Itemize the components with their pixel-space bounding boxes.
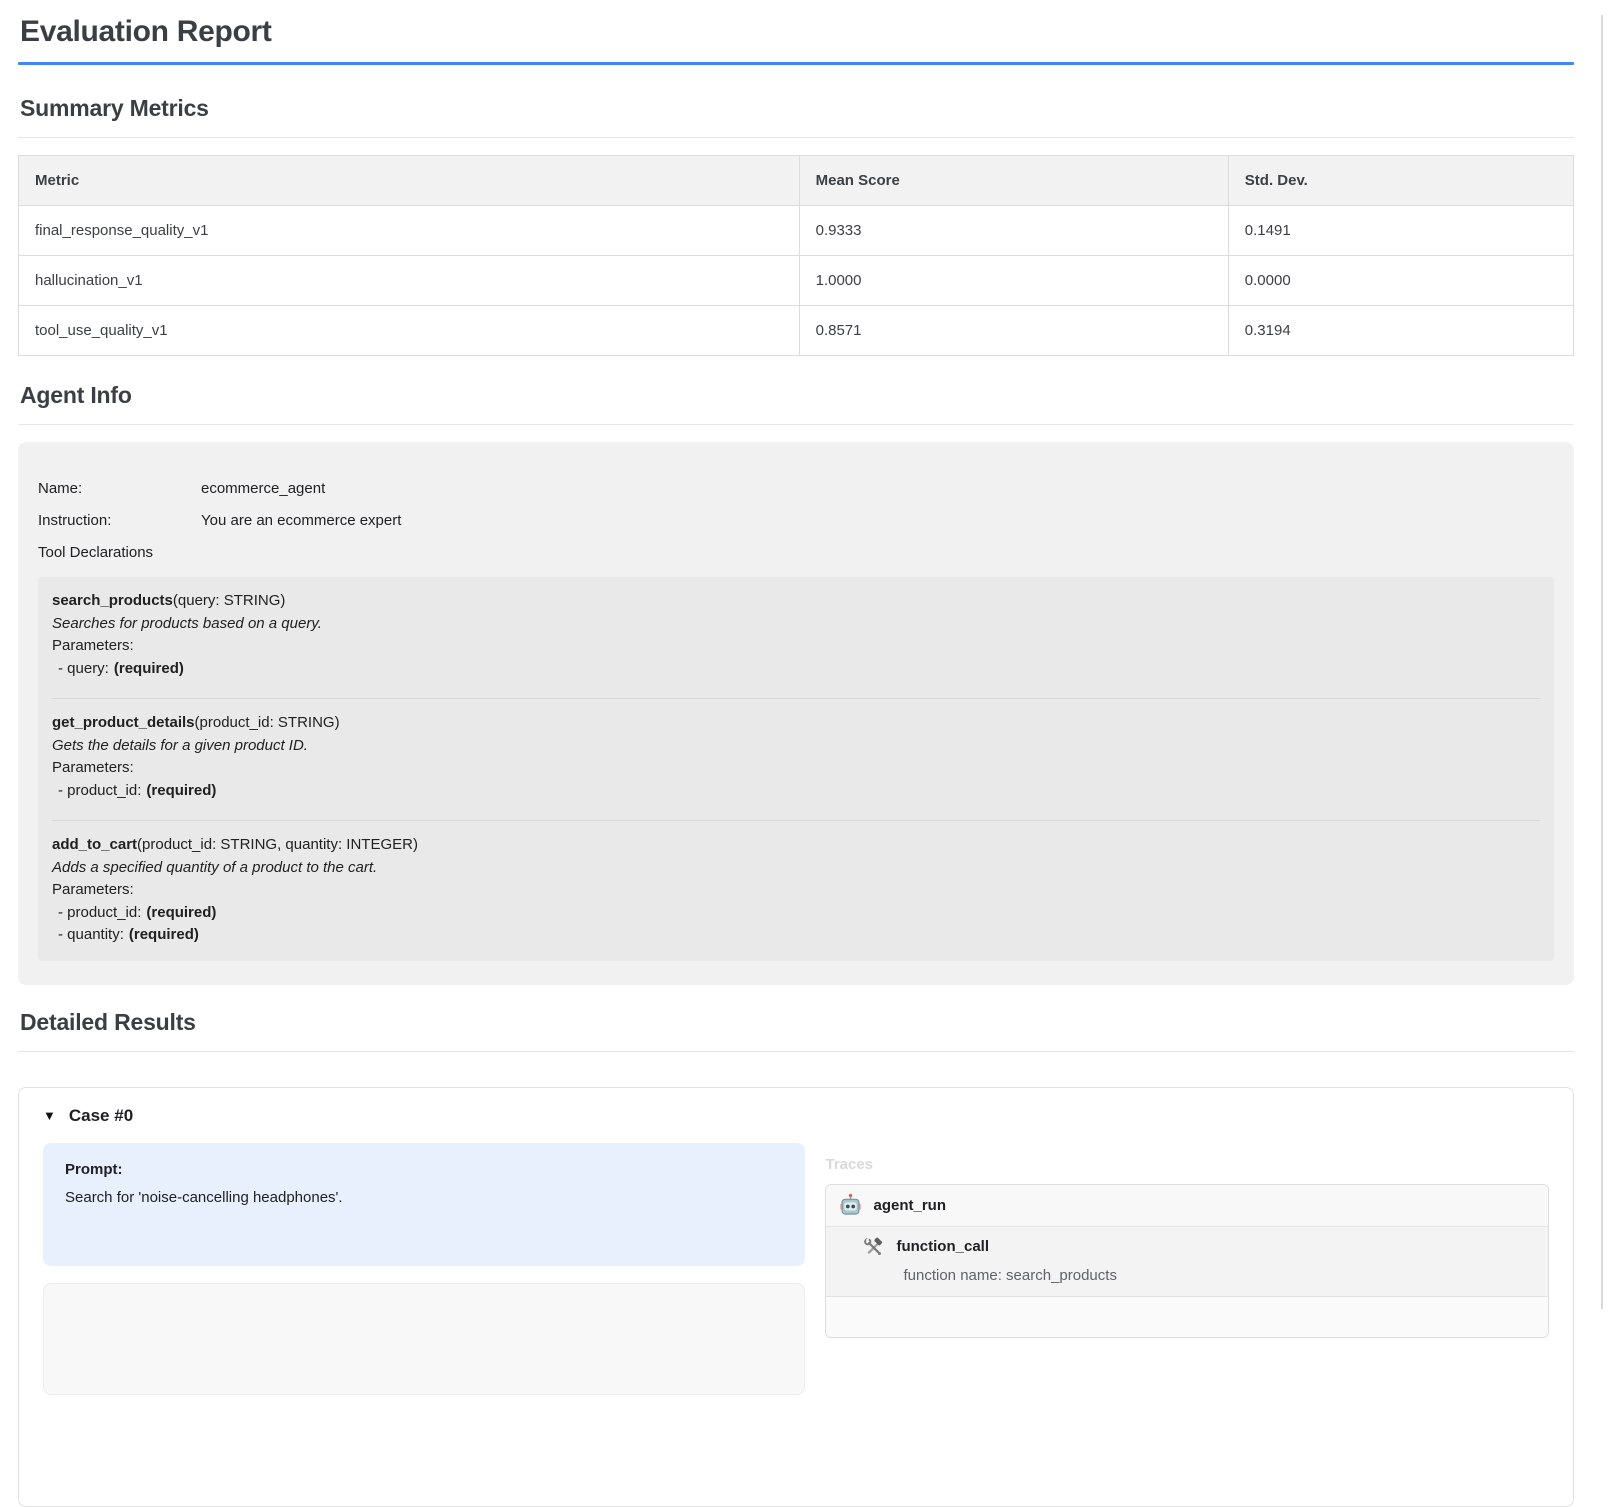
summary-metrics-heading: Summary Metrics <box>20 95 1574 122</box>
traces-label: Traces <box>825 1156 1549 1174</box>
case-title: Case #0 <box>69 1106 133 1126</box>
table-row: hallucination_v1 1.0000 0.0000 <box>19 256 1574 306</box>
hammer-wrench-icon <box>863 1237 884 1258</box>
agent-name-row: Name: ecommerce_agent <box>38 480 1554 497</box>
tool-declaration-add-to-cart: add_to_cart(product_id: STRING, quantity… <box>52 821 1540 961</box>
tool-declaration-get-product-details: get_product_details(product_id: STRING) … <box>52 699 1540 821</box>
tool-parameter: - query: (required) <box>52 658 1540 681</box>
traces-panel: agent_run <box>825 1184 1549 1338</box>
page-right-border <box>1601 15 1603 1309</box>
robot-icon <box>838 1193 863 1218</box>
tool-description: Searches for products based on a query. <box>52 613 1540 636</box>
case-content: Prompt: Search for 'noise-cancelling hea… <box>43 1143 1549 1395</box>
prompt-text: Search for 'noise-cancelling headphones'… <box>65 1189 783 1206</box>
tool-signature: get_product_details(product_id: STRING) <box>52 712 1540 735</box>
section-divider <box>18 1051 1574 1052</box>
agent-info-section: Agent Info Name: ecommerce_agent Instruc… <box>18 382 1574 985</box>
agent-name-value: ecommerce_agent <box>201 480 325 497</box>
section-divider <box>18 137 1574 138</box>
metric-name: hallucination_v1 <box>19 256 800 306</box>
case-left-column: Prompt: Search for 'noise-cancelling hea… <box>43 1143 805 1395</box>
case-card: ▼ Case #0 Prompt: Search for 'noise-canc… <box>18 1087 1574 1507</box>
col-header-metric: Metric <box>19 156 800 206</box>
metric-std-dev: 0.0000 <box>1228 256 1573 306</box>
parameter-name: - query: <box>58 660 109 677</box>
tool-signature: search_products(query: STRING) <box>52 590 1540 613</box>
table-header-row: Metric Mean Score Std. Dev. <box>19 156 1574 206</box>
parameter-required-flag: (required) <box>129 926 199 943</box>
detailed-results-heading: Detailed Results <box>20 1009 1574 1036</box>
metric-std-dev: 0.3194 <box>1228 306 1573 356</box>
trace-function-name: function name: search_products <box>903 1267 1532 1285</box>
metric-mean-score: 0.9333 <box>799 206 1228 256</box>
trace-function-call[interactable]: function_call <box>863 1237 1532 1258</box>
tool-args: (product_id: STRING, quantity: INTEGER) <box>137 836 418 853</box>
tool-description: Adds a specified quantity of a product t… <box>52 857 1540 880</box>
trace-child-label: function_call <box>896 1237 989 1257</box>
tool-declarations-label: Tool Declarations <box>38 544 1554 561</box>
table-row: final_response_quality_v1 0.9333 0.1491 <box>19 206 1574 256</box>
parameter-name: - product_id: <box>58 782 141 799</box>
summary-metrics-table: Metric Mean Score Std. Dev. final_respon… <box>18 155 1574 356</box>
metric-std-dev: 0.1491 <box>1228 206 1573 256</box>
tool-parameter: - product_id: (required) <box>52 902 1540 925</box>
tool-parameters-label: Parameters: <box>52 635 1540 658</box>
title-accent-divider <box>18 62 1574 65</box>
trace-agent-run[interactable]: agent_run <box>826 1185 1548 1227</box>
prompt-label: Prompt: <box>65 1161 783 1178</box>
parameter-required-flag: (required) <box>114 660 184 677</box>
tool-name: search_products <box>52 592 173 609</box>
case-details: ▼ Case #0 Prompt: Search for 'noise-canc… <box>43 1106 1549 1395</box>
tool-name: get_product_details <box>52 714 195 731</box>
tool-declaration-search-products: search_products(query: STRING) Searches … <box>52 577 1540 699</box>
parameter-required-flag: (required) <box>146 904 216 921</box>
trace-root-label: agent_run <box>873 1197 946 1214</box>
agent-instruction-value: You are an ecommerce expert <box>201 512 401 529</box>
agent-info-panel: Name: ecommerce_agent Instruction: You a… <box>18 442 1574 985</box>
case-right-column: Traces <box>825 1143 1549 1395</box>
col-header-std-dev: Std. Dev. <box>1228 156 1573 206</box>
tool-args: (query: STRING) <box>173 592 286 609</box>
metric-mean-score: 1.0000 <box>799 256 1228 306</box>
prompt-box: Prompt: Search for 'noise-cancelling hea… <box>43 1143 805 1266</box>
tool-parameters-label: Parameters: <box>52 757 1540 780</box>
metric-name: final_response_quality_v1 <box>19 206 800 256</box>
triangle-down-icon: ▼ <box>43 1109 56 1122</box>
case-expander[interactable]: ▼ Case #0 <box>43 1106 1549 1126</box>
tool-signature: add_to_cart(product_id: STRING, quantity… <box>52 834 1540 857</box>
col-header-mean-score: Mean Score <box>799 156 1228 206</box>
trace-next-node-partial <box>826 1297 1548 1337</box>
trace-children: function_call function name: search_prod… <box>826 1227 1548 1297</box>
parameter-name: - quantity: <box>58 926 124 943</box>
table-row: tool_use_quality_v1 0.8571 0.3194 <box>19 306 1574 356</box>
metric-name: tool_use_quality_v1 <box>19 306 800 356</box>
tool-parameter: - product_id: (required) <box>52 780 1540 803</box>
agent-instruction-label: Instruction: <box>38 512 201 529</box>
agent-name-label: Name: <box>38 480 201 497</box>
tool-parameters-label: Parameters: <box>52 879 1540 902</box>
next-case-panel-partial <box>43 1283 805 1395</box>
agent-instruction-row: Instruction: You are an ecommerce expert <box>38 512 1554 529</box>
tool-args: (product_id: STRING) <box>195 714 340 731</box>
detailed-results-section: Detailed Results ▼ Case #0 Prompt: Searc… <box>18 1009 1574 1507</box>
tool-parameter: - quantity: (required) <box>52 924 1540 947</box>
tool-description: Gets the details for a given product ID. <box>52 735 1540 758</box>
summary-metrics-section: Summary Metrics Metric Mean Score Std. D… <box>18 95 1574 356</box>
tool-declarations-box: search_products(query: STRING) Searches … <box>38 577 1554 961</box>
section-divider <box>18 424 1574 425</box>
page-title: Evaluation Report <box>20 15 1574 49</box>
parameter-name: - product_id: <box>58 904 141 921</box>
evaluation-report-page: Evaluation Report Summary Metrics Metric… <box>18 15 1574 1507</box>
tool-name: add_to_cart <box>52 836 137 853</box>
metric-mean-score: 0.8571 <box>799 306 1228 356</box>
agent-info-heading: Agent Info <box>20 382 1574 409</box>
parameter-required-flag: (required) <box>146 782 216 799</box>
